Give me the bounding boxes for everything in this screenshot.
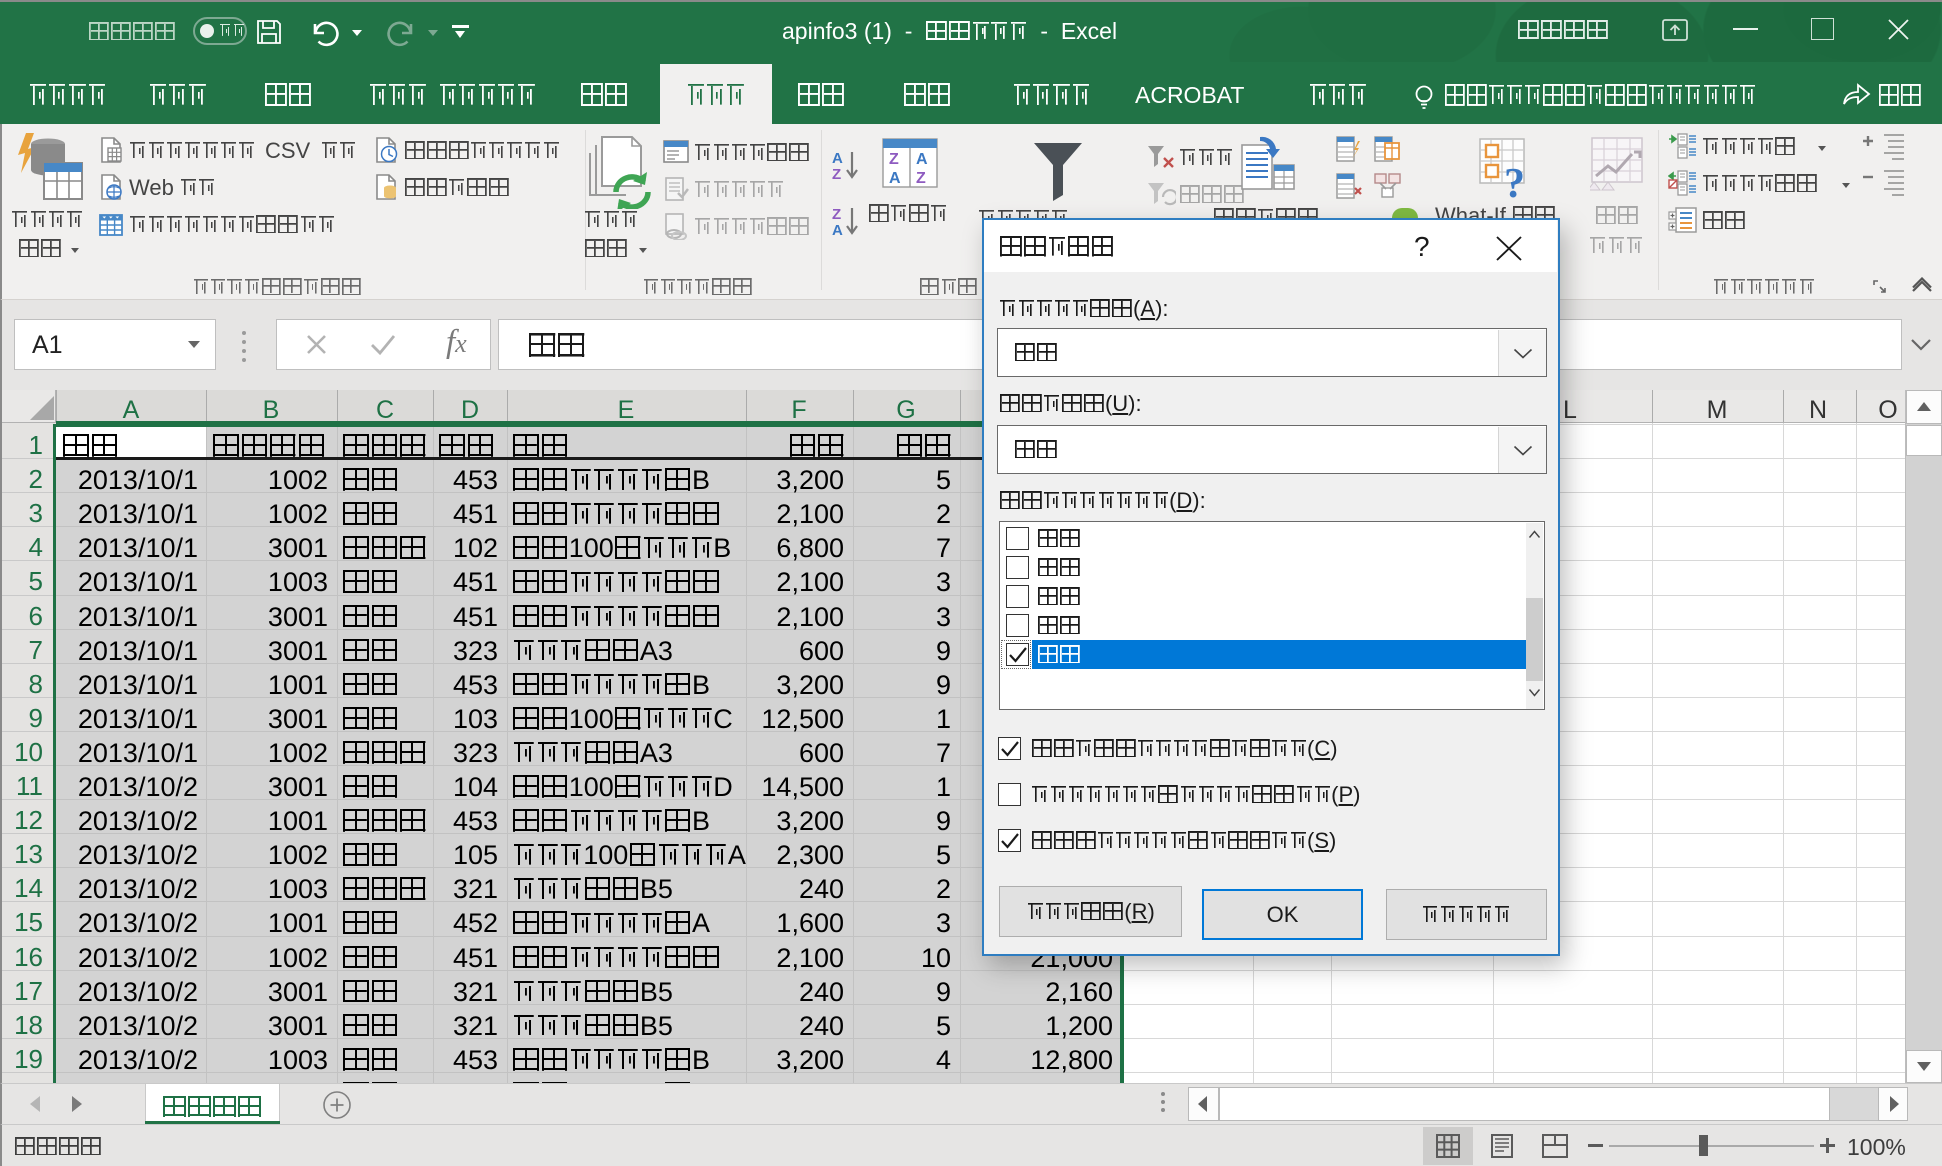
svg-text:Z: Z — [832, 206, 841, 223]
svg-text:A: A — [889, 170, 901, 187]
svg-text:A: A — [832, 150, 843, 167]
svg-text:Z: Z — [832, 166, 841, 182]
svg-text:?: ? — [1504, 161, 1525, 203]
svg-text:A: A — [832, 222, 843, 238]
svg-text:Z: Z — [889, 151, 899, 168]
svg-text:A: A — [916, 151, 928, 168]
svg-text:Z: Z — [916, 170, 926, 187]
